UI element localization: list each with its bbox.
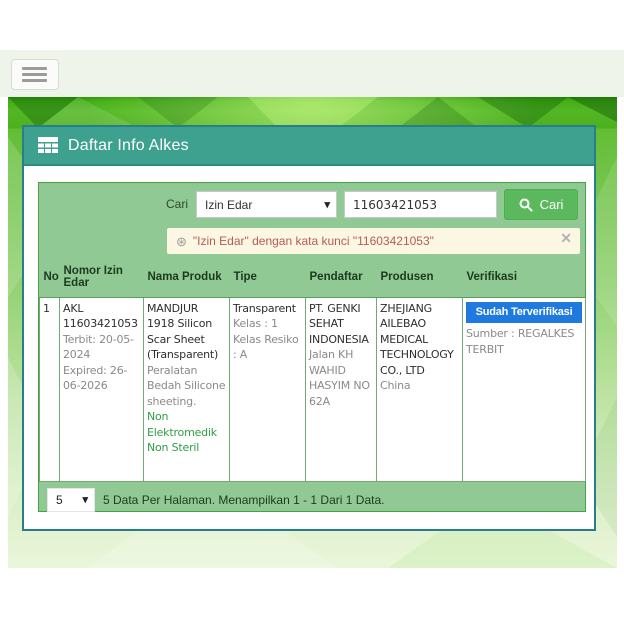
row-number: 1 xyxy=(43,301,56,317)
cell-no: 1 xyxy=(40,297,60,481)
alert-content: ⊛ "Izin Edar" dengan kata kunci "1160342… xyxy=(176,228,434,254)
izin-edar-number: AKL 11603421053 xyxy=(63,301,140,332)
cell-nomor-izin-edar: AKL 11603421053 Terbit: 20-05-2024 Expir… xyxy=(60,297,144,481)
produsen-country: China xyxy=(380,378,459,394)
alert-message: "Izin Edar" dengan kata kunci "116034210… xyxy=(193,234,434,248)
hamburger-icon xyxy=(22,67,47,70)
tipe-value: Transparent xyxy=(233,301,302,317)
filter-select-wrap: Izin Edar ▾ xyxy=(196,191,337,218)
product-tag-steril: Non Steril xyxy=(147,440,226,456)
daftar-info-alkes-card: Daftar Info Alkes Cari Izin Edar ▾ Cari xyxy=(22,125,596,531)
hamburger-menu-button[interactable] xyxy=(11,59,59,90)
col-header-verifikasi: Verifikasi xyxy=(463,258,586,297)
col-header-nomor-izin-edar: Nomor Izin Edar xyxy=(60,258,144,297)
per-page-select-wrap: 5 ▾ xyxy=(47,488,95,512)
table-row: 1 AKL 11603421053 Terbit: 20-05-2024 Exp… xyxy=(40,297,586,481)
top-navbar xyxy=(0,50,624,97)
cell-nama-produk: MANDJUR 1918 Silicon Scar Sheet (Transpa… xyxy=(144,297,230,481)
search-label: Cari xyxy=(166,197,188,211)
pendaftar-address: Jalan KH WAHID HASYIM NO 62A xyxy=(309,347,373,409)
circled-asterisk-icon: ⊛ xyxy=(176,235,187,248)
product-name: MANDJUR 1918 Silicon Scar Sheet (Transpa… xyxy=(147,301,226,363)
pendaftar-name: PT. GENKI SEHAT INDONESIA xyxy=(309,301,373,348)
cell-verifikasi: Sudah Terverifikasi Sumber : REGALKES TE… xyxy=(463,297,586,481)
verification-source: Sumber : REGALKES TERBIT xyxy=(466,326,582,357)
hamburger-icon xyxy=(22,79,47,82)
cell-tipe: Transparent Kelas : 1 Kelas Resiko : A xyxy=(230,297,306,481)
col-header-no: No xyxy=(40,258,60,297)
search-results-panel: Cari Izin Edar ▾ Cari ⊛ xyxy=(38,182,586,512)
status-badge[interactable]: Sudah Terverifikasi xyxy=(466,302,582,324)
terbit-date: Terbit: 20-05-2024 xyxy=(63,332,140,363)
search-input[interactable] xyxy=(344,191,497,218)
product-tag-elektromedik: Non Elektromedik xyxy=(147,409,226,440)
cell-pendaftar: PT. GENKI SEHAT INDONESIA Jalan KH WAHID… xyxy=(306,297,377,481)
search-button[interactable]: Cari xyxy=(504,189,578,220)
page-title: Daftar Info Alkes xyxy=(68,137,189,155)
page: Daftar Info Alkes Cari Izin Edar ▾ Cari xyxy=(0,0,624,624)
hamburger-icon xyxy=(22,73,47,76)
col-header-produsen: Produsen xyxy=(377,258,463,297)
search-icon xyxy=(519,198,533,212)
table-grid-icon xyxy=(38,137,58,154)
kelas-value: Kelas : 1 xyxy=(233,316,302,332)
produsen-name: ZHEJIANG AILEBAO MEDICAL TECHNOLOGY CO.,… xyxy=(380,301,459,379)
kelas-resiko-value: Kelas Resiko : A xyxy=(233,332,302,363)
table-header-row: No Nomor Izin Edar Nama Produk Tipe Pend… xyxy=(40,258,586,297)
col-header-tipe: Tipe xyxy=(230,258,306,297)
per-page-select[interactable]: 5 xyxy=(47,488,95,512)
filter-select[interactable]: Izin Edar xyxy=(196,191,337,218)
close-icon[interactable]: ✕ xyxy=(560,229,572,249)
search-criteria-alert: ⊛ "Izin Edar" dengan kata kunci "1160342… xyxy=(167,228,580,254)
col-header-pendaftar: Pendaftar xyxy=(306,258,377,297)
results-table: No Nomor Izin Edar Nama Produk Tipe Pend… xyxy=(39,258,586,482)
card-header: Daftar Info Alkes xyxy=(24,127,594,166)
cell-produsen: ZHEJIANG AILEBAO MEDICAL TECHNOLOGY CO.,… xyxy=(377,297,463,481)
col-header-nama-produk: Nama Produk xyxy=(144,258,230,297)
pagination-summary: 5 Data Per Halaman. Menampilkan 1 - 1 Da… xyxy=(103,488,384,512)
search-button-label: Cari xyxy=(540,197,564,212)
product-category: Peralatan Bedah Silicone sheeting. xyxy=(147,363,226,410)
expired-date: Expired: 26-06-2026 xyxy=(63,363,140,394)
